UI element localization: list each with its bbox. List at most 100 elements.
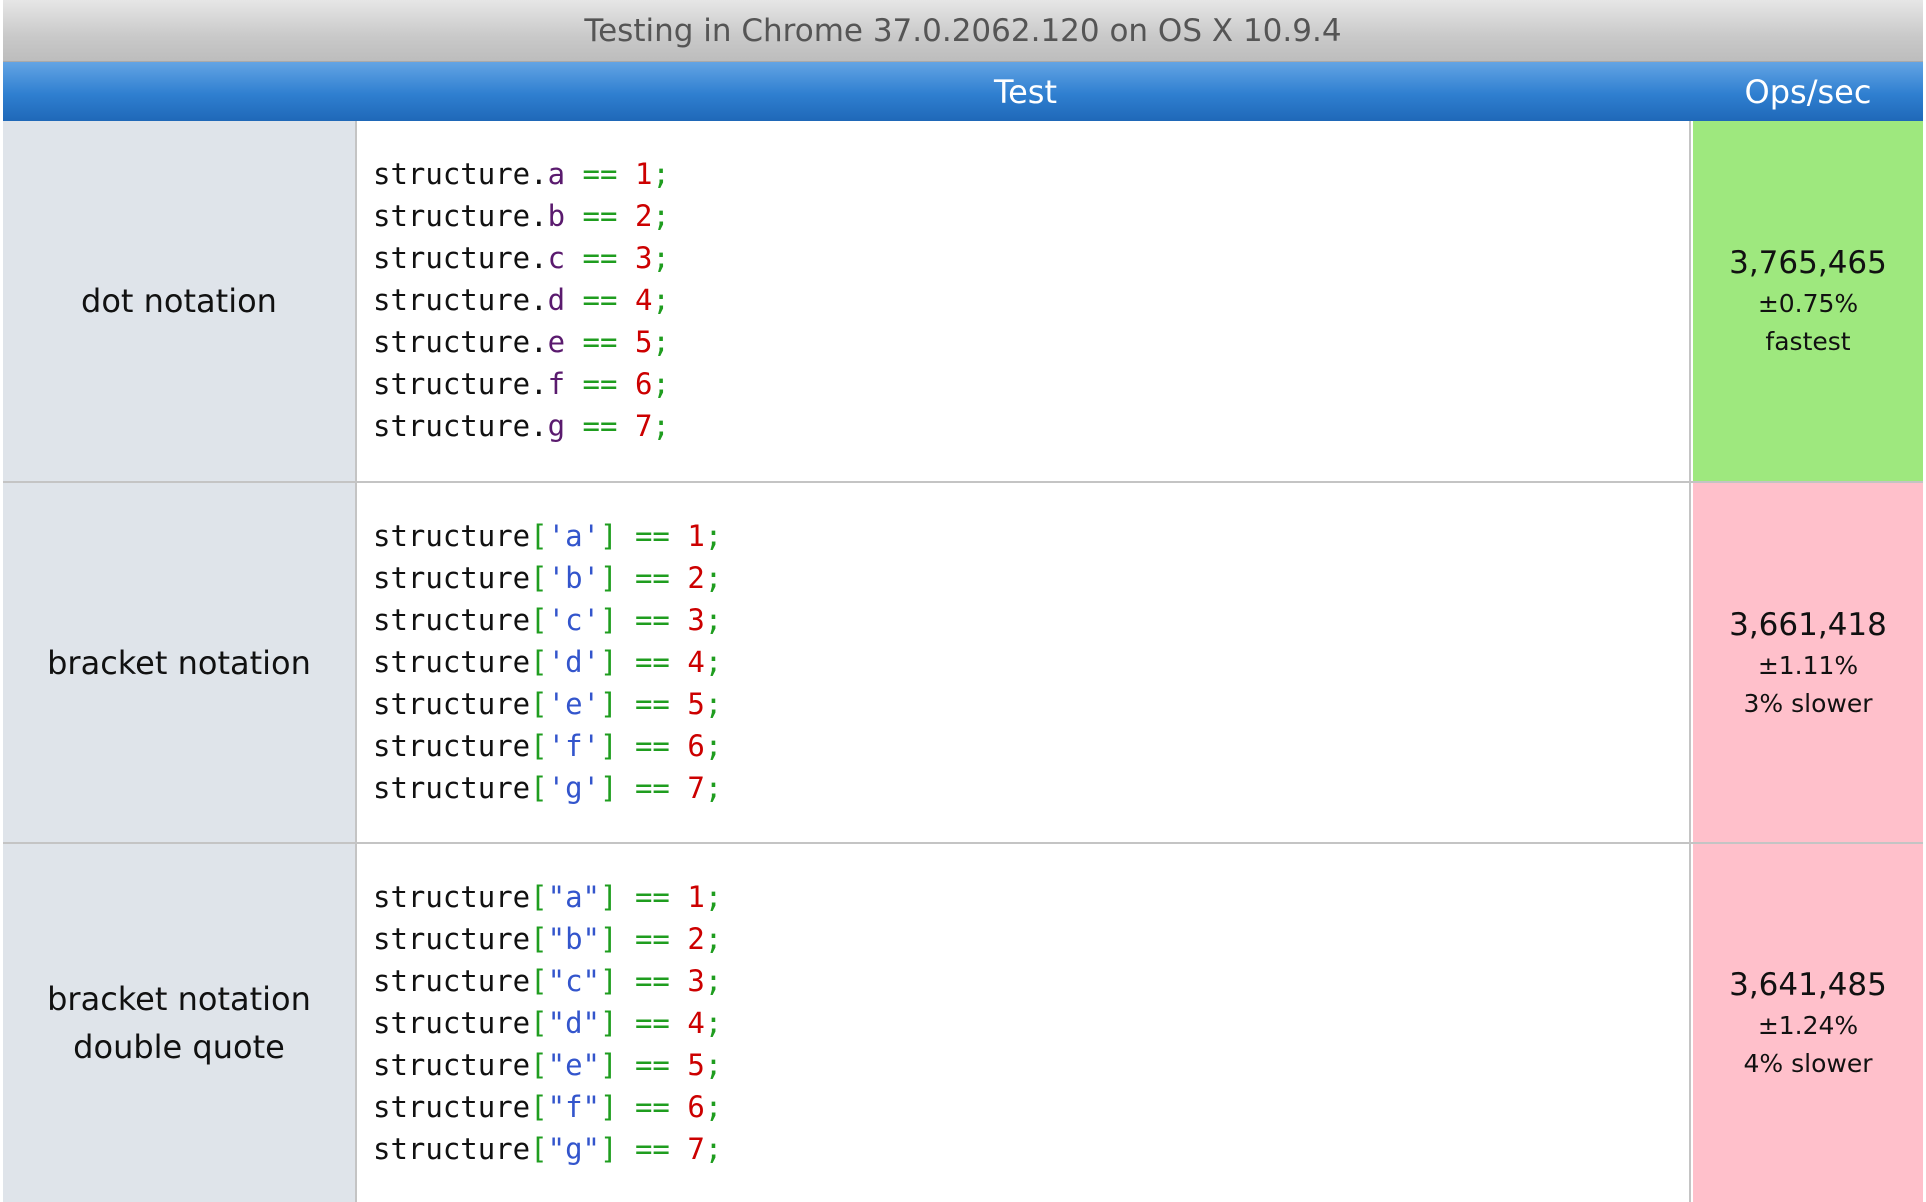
ops-result: 3,661,418 ±1.11% 3% slower	[1693, 483, 1923, 842]
code-bracket: [	[530, 645, 548, 679]
code-line: structure['c'] == 3;	[373, 599, 1689, 641]
code-semicolon: ;	[652, 409, 670, 443]
code-operator: ==	[634, 561, 670, 595]
ops-value: 3,765,465	[1729, 245, 1887, 281]
code-line: structure["d"] == 4;	[373, 1002, 1689, 1044]
code-line: structure['f'] == 6;	[373, 725, 1689, 767]
test-code[interactable]: structure.a == 1; structure.b == 2; struct…	[357, 121, 1691, 481]
code-operator: ==	[634, 519, 670, 553]
code-number: 5	[687, 1048, 705, 1082]
code-property: g	[547, 409, 566, 443]
code-semicolon: ;	[704, 1048, 723, 1082]
code-identifier: structure	[373, 922, 531, 956]
code-semicolon: ;	[704, 880, 723, 914]
code-semicolon: ;	[652, 283, 670, 317]
code-identifier: structure	[373, 157, 531, 191]
code-dot: .	[530, 199, 548, 233]
code-bracket: ]	[600, 603, 618, 637]
code-string: 'a'	[547, 519, 600, 553]
code-identifier: structure	[373, 964, 531, 998]
code-string: 'b'	[547, 561, 600, 595]
code-identifier: structure	[373, 729, 531, 763]
code-bracket: [	[530, 1090, 548, 1124]
code-string: "c"	[547, 964, 600, 998]
code-line: structure['g'] == 7;	[373, 767, 1689, 809]
code-bracket: [	[530, 603, 548, 637]
code-line: structure.f == 6;	[373, 363, 1689, 405]
test-name-line: bracket notation	[47, 980, 311, 1018]
code-operator: ==	[582, 325, 618, 359]
code-number: 7	[634, 409, 653, 443]
code-bracket: ]	[600, 1048, 618, 1082]
test-code[interactable]: structure["a"] == 1; structure["b"] == 2;…	[357, 844, 1691, 1202]
test-code[interactable]: structure['a'] == 1; structure['b'] == 2;…	[357, 483, 1691, 842]
code-property: c	[547, 241, 566, 275]
code-bracket: ]	[600, 1090, 618, 1124]
code-line: structure['e'] == 5;	[373, 683, 1689, 725]
code-semicolon: ;	[704, 1132, 723, 1166]
code-number: 3	[687, 964, 705, 998]
code-operator: ==	[634, 964, 670, 998]
code-operator: ==	[634, 1048, 670, 1082]
code-identifier: structure	[373, 561, 531, 595]
code-semicolon: ;	[652, 157, 670, 191]
code-operator: ==	[634, 922, 670, 956]
code-bracket: ]	[600, 561, 618, 595]
code-bracket: [	[530, 687, 548, 721]
code-semicolon: ;	[704, 964, 723, 998]
code-semicolon: ;	[704, 561, 723, 595]
code-dot: .	[530, 157, 548, 191]
code-bracket: [	[530, 922, 548, 956]
ops-error-margin: ±1.11%	[1757, 650, 1859, 680]
ops-error-margin: ±1.24%	[1757, 1011, 1859, 1040]
code-identifier: structure	[373, 603, 531, 637]
code-operator: ==	[634, 645, 670, 679]
code-dot: .	[530, 367, 548, 401]
code-number: 7	[687, 771, 705, 805]
code-bracket: ]	[600, 645, 618, 679]
code-line: structure["b"] == 2;	[373, 918, 1689, 960]
code-string: 'e'	[547, 687, 600, 721]
code-property: b	[547, 199, 566, 233]
code-string: "d"	[547, 1006, 600, 1040]
code-bracket: [	[530, 561, 548, 595]
code-dot: .	[530, 241, 548, 275]
code-operator: ==	[634, 1132, 670, 1166]
test-column-header: Test	[993, 72, 1057, 111]
code-operator: ==	[634, 771, 670, 805]
code-line: structure["e"] == 5;	[373, 1044, 1689, 1086]
code-property: a	[547, 157, 566, 191]
code-semicolon: ;	[704, 771, 723, 805]
code-property: f	[547, 367, 566, 401]
code-operator: ==	[582, 283, 618, 317]
code-line: structure.e == 5;	[373, 321, 1689, 363]
code-bracket: [	[530, 771, 548, 805]
code-bracket: ]	[600, 964, 618, 998]
code-bracket: [	[530, 1132, 548, 1166]
code-number: 2	[687, 561, 705, 595]
code-operator: ==	[582, 157, 618, 191]
code-bracket: ]	[600, 922, 618, 956]
table-row: dot notation structure.a == 1; structure.…	[3, 121, 1923, 483]
code-number: 1	[687, 880, 705, 914]
code-line: structure['b'] == 2;	[373, 557, 1689, 599]
